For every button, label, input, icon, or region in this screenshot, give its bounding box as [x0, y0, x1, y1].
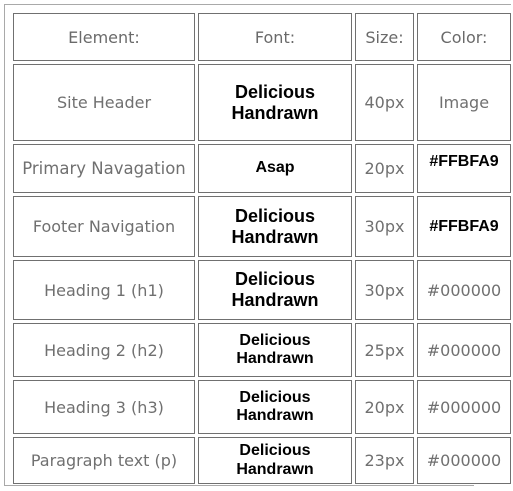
color-cell: #000000 — [417, 437, 511, 484]
size-cell: 23px — [355, 437, 414, 484]
font-name: Delicious Handrawn — [231, 81, 319, 123]
element-cell: Site Header — [13, 64, 195, 141]
font-cell: Asap — [198, 144, 352, 193]
table-row: Primary Navagation Asap 20px #FFBFA9 — [13, 144, 511, 193]
header-element: Element: — [13, 13, 195, 61]
element-cell: Paragraph text (p) — [13, 437, 195, 484]
font-name: Delicious Handrawn — [236, 388, 314, 424]
font-name: Delicious Handrawn — [236, 442, 314, 478]
element-cell: Heading 1 (h1) — [13, 260, 195, 320]
color-cell: #000000 — [417, 260, 511, 320]
font-name: Delicious Handrawn — [231, 269, 319, 310]
typography-table: Element: Font: Size: Color: Site Header … — [10, 10, 513, 487]
header-color: Color: — [417, 13, 511, 61]
element-cell: Footer Navigation — [13, 196, 195, 257]
color-cell: #000000 — [417, 323, 511, 377]
element-cell: Primary Navagation — [13, 144, 195, 193]
table-row: Heading 1 (h1) Delicious Handrawn 30px #… — [13, 260, 511, 320]
color-cell: #FFBFA9 — [417, 144, 511, 193]
element-cell: Heading 3 (h3) — [13, 380, 195, 434]
font-cell: Delicious Handrawn — [198, 380, 352, 434]
font-cell: Delicious Handrawn — [198, 323, 352, 377]
font-cell: Delicious Handrawn — [198, 260, 352, 320]
size-cell: 40px — [355, 64, 414, 141]
size-cell: 20px — [355, 380, 414, 434]
size-cell: 30px — [355, 260, 414, 320]
table-row: Heading 2 (h2) Delicious Handrawn 25px #… — [13, 323, 511, 377]
color-cell: #FFBFA9 — [417, 196, 511, 257]
font-cell: Delicious Handrawn — [198, 196, 352, 257]
header-size: Size: — [355, 13, 414, 61]
table-header-row: Element: Font: Size: Color: — [13, 13, 511, 61]
font-cell: Delicious Handrawn — [198, 64, 352, 141]
size-cell: 25px — [355, 323, 414, 377]
table-row: Heading 3 (h3) Delicious Handrawn 20px #… — [13, 380, 511, 434]
size-cell: 30px — [355, 196, 414, 257]
color-cell: #000000 — [417, 380, 511, 434]
font-name: Delicious Handrawn — [231, 205, 319, 247]
font-cell: Delicious Handrawn — [198, 437, 352, 484]
color-cell: Image — [417, 64, 511, 141]
table-row: Paragraph text (p) Delicious Handrawn 23… — [13, 437, 511, 484]
size-cell: 20px — [355, 144, 414, 193]
table-row: Footer Navigation Delicious Handrawn 30p… — [13, 196, 511, 257]
header-font: Font: — [198, 13, 352, 61]
element-cell: Heading 2 (h2) — [13, 323, 195, 377]
font-name: Delicious Handrawn — [236, 331, 314, 367]
table-row: Site Header Delicious Handrawn 40px Imag… — [13, 64, 511, 141]
